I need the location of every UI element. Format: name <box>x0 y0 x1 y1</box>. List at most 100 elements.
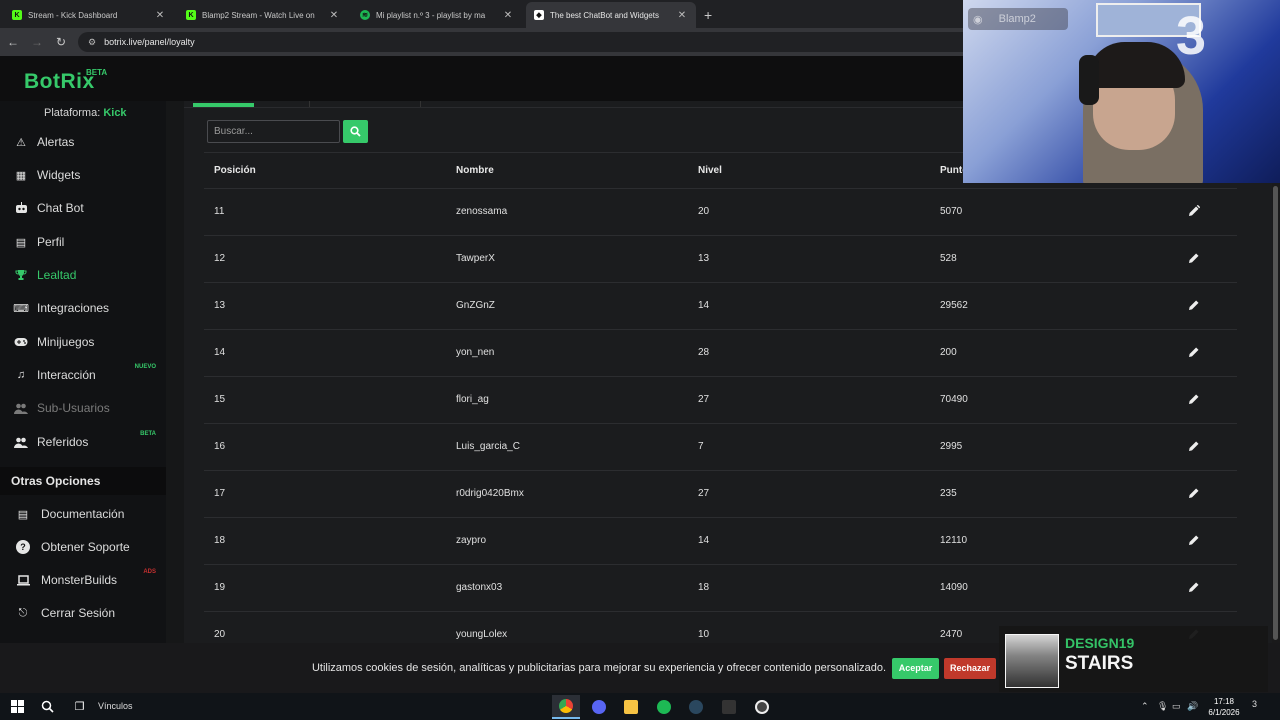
browser-tab[interactable]: K Stream - Kick Dashboard ✕ <box>4 2 174 28</box>
reject-cookies-button[interactable]: Rechazar <box>944 657 997 679</box>
tray-overflow-icon[interactable]: ⌃ <box>1141 701 1149 712</box>
close-tab-icon[interactable]: ✕ <box>676 10 688 21</box>
links-toolbar-label[interactable]: Vínculos <box>98 701 133 711</box>
spotify-taskbar-icon[interactable] <box>650 695 678 719</box>
back-icon[interactable]: ← <box>2 35 24 49</box>
sidebar-item-referidos[interactable]: Referidos BETA <box>0 427 166 457</box>
notifications-icon[interactable]: 3 <box>1252 699 1257 709</box>
discord-speaker-overlay: ◉ Blamp2 <box>968 8 1068 30</box>
search-input[interactable] <box>207 120 340 143</box>
edit-icon[interactable] <box>1188 487 1200 499</box>
volume-icon[interactable]: 🔊 <box>1187 701 1198 712</box>
table-row: 15 flori_ag 27 70490 <box>204 376 1237 423</box>
cell-points: 235 <box>940 488 957 499</box>
cell-points: 528 <box>940 253 957 264</box>
new-tab-button[interactable]: + <box>704 2 712 28</box>
search-icon <box>350 126 361 137</box>
task-view-icon[interactable]: ❐ <box>72 699 87 714</box>
sidebar-item-documentacion[interactable]: ▤ Documentación <box>0 499 166 529</box>
column-header-level[interactable]: Nivel <box>698 165 722 176</box>
cell-name: flori_ag <box>456 394 489 405</box>
obs-taskbar-icon[interactable] <box>748 695 776 719</box>
steam-taskbar-icon[interactable] <box>682 695 710 719</box>
sidebar-item-monsterbuilds[interactable]: MonsterBuilds ADS <box>0 565 166 595</box>
streamer-hair <box>1087 42 1185 88</box>
sidebar-item-cerrar-sesion[interactable]: ⎋ Cerrar Sesión <box>0 598 166 628</box>
sidebar-item-integraciones[interactable]: ⌨ Integraciones <box>0 293 166 323</box>
edit-icon[interactable] <box>1188 534 1200 546</box>
column-header-name[interactable]: Nombre <box>456 165 494 176</box>
cell-level: 27 <box>698 488 710 499</box>
sidebar-item-chat-bot[interactable]: Chat Bot <box>0 193 166 223</box>
sidebar-item-label: Minijuegos <box>37 335 95 349</box>
sidebar-item-lealtad[interactable]: Lealtad <box>0 260 166 290</box>
cell-name: TawperX <box>456 253 495 264</box>
logout-icon: ⎋ <box>18 606 28 619</box>
epic-games-taskbar-icon[interactable] <box>715 695 743 719</box>
edit-icon[interactable] <box>1188 393 1200 405</box>
taskbar-clock[interactable]: 17:18 6/1/2026 <box>1202 696 1246 718</box>
sidebar-item-minijuegos[interactable]: Minijuegos <box>0 327 166 357</box>
forward-icon[interactable]: → <box>26 35 48 49</box>
sidebar: Plataforma: Kick ⚠ Alertas ▦ Widgets Cha… <box>0 101 166 643</box>
reload-icon[interactable]: ↻ <box>50 35 72 49</box>
cell-position: 15 <box>214 394 226 405</box>
microphone-icon[interactable]: 🎙 <box>1157 701 1168 712</box>
edit-icon[interactable] <box>1188 440 1200 452</box>
user-group-icon <box>14 435 28 449</box>
scrollbar-thumb[interactable] <box>1273 186 1278 640</box>
file-explorer-taskbar-icon[interactable] <box>617 695 645 719</box>
edit-icon[interactable] <box>1188 252 1200 264</box>
sidebar-item-perfil[interactable]: ▤ Perfil <box>0 227 166 257</box>
browser-tab[interactable]: K Blamp2 Stream - Watch Live on ✕ <box>178 2 348 28</box>
sidebar-item-alertas[interactable]: ⚠ Alertas <box>0 127 166 157</box>
close-tab-icon[interactable]: ✕ <box>154 10 166 21</box>
now-playing-overlay: DESIGN19 STAIRS <box>999 626 1268 692</box>
sidebar-item-label: Documentación <box>41 507 125 521</box>
edit-icon[interactable] <box>1188 581 1200 593</box>
sidebar-item-label: Widgets <box>37 168 81 182</box>
close-tab-icon[interactable]: ✕ <box>328 10 340 21</box>
discord-icon: ◉ <box>973 13 983 26</box>
windows-taskbar: ❐ Vínculos ⌃ 🎙 ▭ 🔊 17:18 6/1/2026 3 <box>0 693 1280 720</box>
network-icon[interactable]: ▭ <box>1172 701 1181 712</box>
browser-tab-active[interactable]: ◆ The best ChatBot and Widgets ✕ <box>526 2 696 28</box>
windows-start-icon[interactable] <box>10 699 25 714</box>
close-tab-icon[interactable]: ✕ <box>502 10 514 21</box>
accept-cookies-button[interactable]: Aceptar <box>892 657 940 679</box>
edit-icon[interactable] <box>1188 299 1200 311</box>
cell-level: 14 <box>698 535 710 546</box>
sidebar-item-sub-usuarios[interactable]: Sub-Usuarios <box>0 393 166 423</box>
search-button[interactable] <box>343 120 368 143</box>
column-header-position[interactable]: Posición <box>214 165 256 176</box>
cell-level: 28 <box>698 347 710 358</box>
tab-title: Stream - Kick Dashboard <box>28 10 118 20</box>
discord-taskbar-icon[interactable] <box>585 695 613 719</box>
edit-icon[interactable] <box>1188 205 1200 217</box>
url-field[interactable]: ⚙ botrix.live/panel/loyalty <box>78 32 978 52</box>
kick-icon: K <box>186 10 196 20</box>
sidebar-item-label: Referidos <box>37 435 89 449</box>
site-info-icon[interactable]: ⚙ <box>88 37 96 48</box>
sidebar-item-interaccion[interactable]: ♫ Interacción NUEVO <box>0 360 166 390</box>
discord-username: Blamp2 <box>998 13 1036 25</box>
cell-position: 18 <box>214 535 226 546</box>
sidebar-item-label: Perfil <box>37 235 65 249</box>
users-icon <box>14 401 28 415</box>
sidebar-item-soporte[interactable]: ? Obtener Soporte <box>0 532 166 562</box>
cell-name: yon_nen <box>456 347 495 358</box>
ads-badge: ADS <box>143 569 156 575</box>
botrix-logo[interactable]: BotRix <box>24 70 95 94</box>
track-title: STAIRS <box>1065 653 1134 674</box>
cell-points: 5070 <box>940 206 963 217</box>
sidebar-item-widgets[interactable]: ▦ Widgets <box>0 160 166 190</box>
edit-icon[interactable] <box>1188 346 1200 358</box>
chrome-taskbar-icon[interactable] <box>552 695 580 719</box>
gamepad-icon <box>14 335 28 349</box>
cell-position: 17 <box>214 488 226 499</box>
search-icon[interactable] <box>40 699 55 714</box>
cell-level: 18 <box>698 582 710 593</box>
browser-tab[interactable]: ≋ Mi playlist n.º 3 - playlist by ma ✕ <box>352 2 522 28</box>
platform-indicator: Plataforma: Kick <box>44 107 127 119</box>
sidebar-item-label: MonsterBuilds <box>41 573 118 587</box>
